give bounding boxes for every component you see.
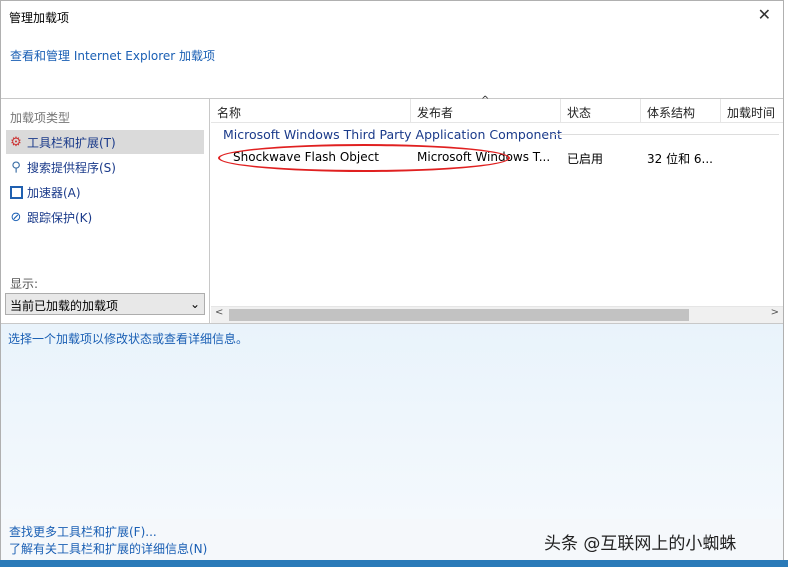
sidebar-item-tracking-protection[interactable]: ⊘ 跟踪保护(K) <box>6 205 204 229</box>
group-divider <box>551 134 779 135</box>
list-header: 名称 发布者 ^ 状态 体系结构 加载时间 <box>211 95 783 123</box>
manage-addons-window: 管理加载项 ✕ 查看和管理 Internet Explorer 加载项 加载项类… <box>0 0 784 560</box>
addon-types-header: 加载项类型 <box>10 111 71 125</box>
addon-status: 已启用 <box>567 152 604 166</box>
scroll-left-icon[interactable]: < <box>215 307 223 318</box>
watermark: 头条 @互联网上的小蜘蛛 <box>544 534 737 554</box>
sidebar-item-label: 跟踪保护(K) <box>27 210 93 225</box>
block-icon: ⊘ <box>10 209 22 225</box>
window-title: 管理加载项 <box>9 11 70 25</box>
sidebar-item-label: 加速器(A) <box>27 185 81 200</box>
learn-more-toolbars-link[interactable]: 了解有关工具栏和扩展的详细信息(N) <box>9 540 207 557</box>
sidebar-item-label: 搜索提供程序(S) <box>27 160 116 175</box>
column-publisher[interactable]: 发布者 <box>417 104 453 121</box>
horizontal-scrollbar[interactable]: < > <box>211 306 783 323</box>
sidebar-item-accelerators[interactable]: 加速器(A) <box>6 180 204 204</box>
scrollbar-thumb[interactable] <box>229 309 689 321</box>
addons-list: 名称 发布者 ^ 状态 体系结构 加载时间 Microsoft Windows … <box>211 95 783 323</box>
red-highlight-ellipse <box>218 144 510 172</box>
group-header: Microsoft Windows Third Party Applicatio… <box>223 127 562 142</box>
scroll-right-icon[interactable]: > <box>771 307 779 318</box>
gear-icon: ⚙ <box>10 134 22 150</box>
column-status[interactable]: 状态 <box>567 104 591 121</box>
addon-architecture: 32 位和 6... <box>647 152 713 166</box>
detail-hint: 选择一个加载项以修改状态或查看详细信息。 <box>8 332 249 346</box>
column-separator <box>640 99 641 123</box>
sort-up-icon: ^ <box>481 95 490 106</box>
column-separator <box>410 99 411 123</box>
column-name[interactable]: 名称 <box>217 104 241 121</box>
show-dropdown[interactable]: 当前已加载的加载项 ⌄ <box>5 293 205 315</box>
sidebar-item-toolbars[interactable]: ⚙ 工具栏和扩展(T) <box>6 130 204 154</box>
column-separator <box>720 99 721 123</box>
column-separator <box>560 99 561 123</box>
close-button[interactable]: ✕ <box>758 5 771 24</box>
search-icon: ⚲ <box>11 159 21 175</box>
sidebar-item-label: 工具栏和扩展(T) <box>27 135 116 150</box>
column-load-time[interactable]: 加载时间 <box>727 104 775 121</box>
show-dropdown-value: 当前已加载的加载项 <box>10 299 119 313</box>
taskbar-edge <box>0 560 788 567</box>
show-label: 显示: <box>10 277 39 291</box>
sidebar-item-search[interactable]: ⚲ 搜索提供程序(S) <box>6 155 204 179</box>
find-more-toolbars-link[interactable]: 查找更多工具栏和扩展(F)... <box>9 523 157 540</box>
chevron-down-icon: ⌄ <box>189 297 200 311</box>
detail-pane: 选择一个加载项以修改状态或查看详细信息。 <box>1 323 783 519</box>
column-architecture[interactable]: 体系结构 <box>647 104 695 121</box>
addon-types-panel: 加载项类型 ⚙ 工具栏和扩展(T) ⚲ 搜索提供程序(S) 加速器(A) ⊘ 跟… <box>1 99 210 323</box>
view-manage-addons-link[interactable]: 查看和管理 Internet Explorer 加载项 <box>10 47 215 64</box>
accelerator-icon <box>8 184 24 200</box>
